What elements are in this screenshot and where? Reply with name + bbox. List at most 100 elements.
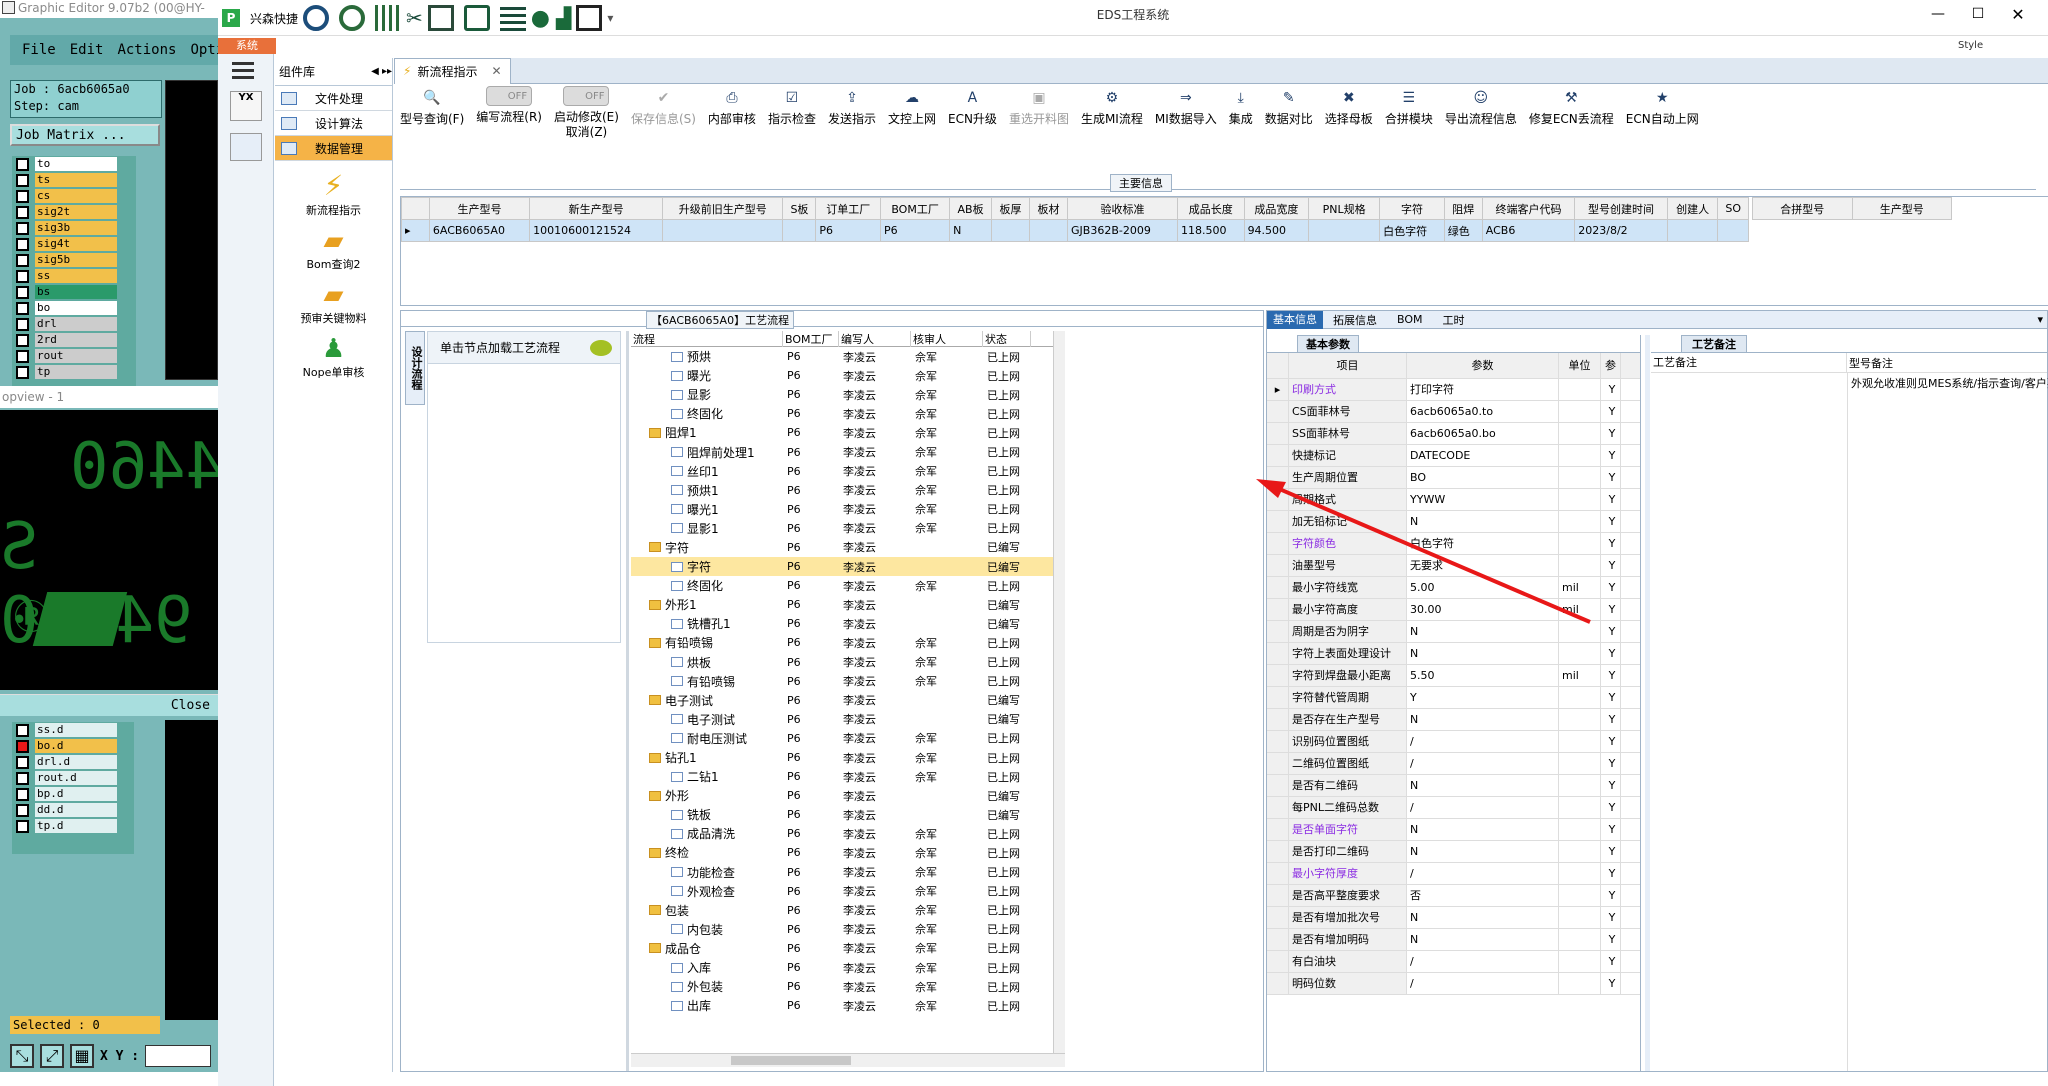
param-row[interactable]: 是否有二维码 N Y bbox=[1267, 775, 1640, 797]
flow-row[interactable]: 铣板 P6 李凌云 已编写 bbox=[631, 805, 1053, 824]
param-value[interactable]: 白色字符 bbox=[1407, 533, 1559, 554]
toolbar-button-4[interactable]: ⎙ 内部审核 bbox=[708, 90, 756, 127]
flow-row[interactable]: 阻焊1 P6 李凌云 佘军 已上网 bbox=[631, 423, 1053, 442]
flow-row[interactable]: 内包装 P6 李凌云 佘军 已上网 bbox=[631, 920, 1053, 939]
dropdown-icon[interactable]: ▾ bbox=[2037, 313, 2043, 326]
grid-cell[interactable]: 白色字符 bbox=[1379, 219, 1445, 242]
param-row[interactable]: 生产周期位置 BO Y bbox=[1267, 467, 1640, 489]
layer-row[interactable]: ts bbox=[12, 172, 136, 188]
flow-node[interactable]: 钻孔1 bbox=[631, 749, 783, 766]
layer-checkbox[interactable] bbox=[16, 285, 29, 299]
toolbar-button-6[interactable]: ⇪ 发送指示 bbox=[828, 90, 876, 127]
layer-checkbox[interactable] bbox=[16, 755, 29, 769]
param-value[interactable]: N bbox=[1407, 819, 1559, 840]
grid-col-header[interactable]: BOM工厂 bbox=[880, 197, 951, 220]
flow-node[interactable]: 外观检查 bbox=[631, 883, 783, 900]
flow-row[interactable]: 入库 P6 李凌云 佘军 已上网 bbox=[631, 958, 1053, 977]
param-row[interactable]: 最小字符厚度 / Y bbox=[1267, 863, 1640, 885]
flow-node[interactable]: 显影1 bbox=[631, 520, 783, 537]
param-row[interactable]: 字符上表面处理设计 N Y bbox=[1267, 643, 1640, 665]
style-label[interactable]: Style bbox=[1958, 40, 1983, 51]
ge-canvas-bottom[interactable] bbox=[165, 720, 218, 1020]
flow-row[interactable]: 有铅喷锡 P6 李凌云 佘军 已上网 bbox=[631, 672, 1053, 691]
tab-new-flow[interactable]: ⚡ 新流程指示 ✕ bbox=[394, 57, 511, 84]
flow-row[interactable]: 字符 P6 李凌云 已编写 bbox=[631, 557, 1053, 577]
layer-checkbox[interactable] bbox=[16, 739, 29, 753]
param-row[interactable]: CS面菲林号 6acb6065a0.to Y bbox=[1267, 401, 1640, 423]
param-value[interactable]: / bbox=[1407, 973, 1559, 994]
window-icon[interactable] bbox=[576, 5, 603, 31]
flow-vscrollbar[interactable] bbox=[1053, 331, 1065, 1053]
more-icon[interactable]: ▾ bbox=[607, 11, 613, 25]
menu-file[interactable]: File bbox=[22, 42, 56, 58]
flow-row[interactable]: 终固化 P6 李凌云 佘军 已上网 bbox=[631, 404, 1053, 423]
param-row[interactable]: 周期格式 YYWW Y bbox=[1267, 489, 1640, 511]
grid-col-header[interactable]: PNL规格 bbox=[1308, 197, 1381, 220]
param-value[interactable]: / bbox=[1407, 951, 1559, 972]
maximize-icon[interactable]: ☐ bbox=[1958, 6, 1998, 22]
flow-node[interactable]: 包装 bbox=[631, 902, 783, 919]
copy-icon[interactable] bbox=[463, 5, 490, 31]
flow-col-header[interactable]: 核审人 bbox=[911, 331, 983, 347]
scissors-icon[interactable]: ✂ bbox=[406, 6, 423, 30]
flow-row[interactable]: 显影 P6 李凌云 佘军 已上网 bbox=[631, 385, 1053, 404]
flow-node[interactable]: 有铅喷锡 bbox=[631, 634, 783, 651]
flow-row[interactable]: 外包装 P6 李凌云 佘军 已上网 bbox=[631, 977, 1053, 996]
flow-hscrollbar[interactable] bbox=[631, 1053, 1065, 1067]
param-row[interactable]: 每PNL二维码总数 / Y bbox=[1267, 797, 1640, 819]
grid-cell[interactable]: 94.500 bbox=[1243, 219, 1310, 242]
grid-col-header[interactable]: 阻焊 bbox=[1443, 197, 1483, 220]
flow-col-header[interactable]: BOM工厂 bbox=[783, 331, 839, 347]
param-value[interactable]: DATECODE bbox=[1407, 445, 1559, 466]
param-value[interactable]: 30.00 bbox=[1407, 599, 1559, 620]
flow-row[interactable]: 电子测试 P6 李凌云 已编写 bbox=[631, 710, 1053, 729]
table-icon[interactable] bbox=[375, 5, 402, 31]
param-row[interactable]: 油墨型号 无要求 Y bbox=[1267, 555, 1640, 577]
grid-col-header[interactable]: S板 bbox=[782, 197, 817, 220]
flow-row[interactable]: 外形 P6 李凌云 已编写 bbox=[631, 786, 1053, 805]
grid-col-header[interactable]: 字符 bbox=[1379, 197, 1445, 220]
flow-node[interactable]: 字符 bbox=[631, 539, 783, 556]
layer-row[interactable]: ss bbox=[12, 268, 136, 284]
param-value[interactable]: / bbox=[1407, 863, 1559, 884]
param-row[interactable]: 字符颜色 白色字符 Y bbox=[1267, 533, 1640, 555]
flow-node[interactable]: 曝光 bbox=[631, 367, 783, 384]
param-row[interactable]: 字符替代管周期 Y Y bbox=[1267, 687, 1640, 709]
system-tab[interactable]: 系统 bbox=[218, 38, 276, 54]
flow-node[interactable]: 阻焊前处理1 bbox=[631, 444, 783, 461]
layer-checkbox[interactable] bbox=[16, 723, 29, 737]
comp-item-design[interactable]: 设计算法 bbox=[275, 111, 392, 136]
toolbar-button-5[interactable]: ☑ 指示检查 bbox=[768, 90, 816, 127]
flow-row[interactable]: 有铅喷锡 P6 李凌云 佘军 已上网 bbox=[631, 633, 1053, 652]
flow-row[interactable]: 阻焊前处理1 P6 李凌云 佘军 已上网 bbox=[631, 442, 1053, 461]
param-row[interactable]: 是否有增加批次号 N Y bbox=[1267, 907, 1640, 929]
param-col-header[interactable]: 项目 bbox=[1289, 353, 1407, 378]
flow-node[interactable]: 耐电压测试 bbox=[631, 730, 783, 747]
toolbar-button-9[interactable]: ▣ 重选开料图 bbox=[1009, 90, 1069, 127]
tab-work-hours[interactable]: 工时 bbox=[1433, 312, 1475, 328]
grid-cell[interactable] bbox=[662, 219, 784, 242]
flow-node[interactable]: 电子测试 bbox=[631, 692, 783, 709]
flow-node[interactable]: 二钻1 bbox=[631, 768, 783, 785]
toolbar-button-11[interactable]: ⇒ MI数据导入 bbox=[1155, 90, 1217, 127]
flow-row[interactable]: 预烘 P6 李凌云 佘军 已上网 bbox=[631, 347, 1053, 366]
grid-cell[interactable]: 10010600121524 bbox=[529, 219, 664, 242]
layer-row[interactable]: rout bbox=[12, 348, 136, 364]
param-value[interactable]: N bbox=[1407, 621, 1559, 642]
layer-checkbox[interactable] bbox=[16, 803, 29, 817]
grid-col-header[interactable]: 成品宽度 bbox=[1243, 197, 1310, 220]
flow-row[interactable]: 曝光1 P6 李凌云 佘军 已上网 bbox=[631, 500, 1053, 519]
grid-col-header[interactable]: 验收标准 bbox=[1067, 197, 1179, 220]
param-value[interactable]: BO bbox=[1407, 467, 1559, 488]
param-value[interactable]: N bbox=[1407, 709, 1559, 730]
flow-row[interactable]: 外形1 P6 李凌云 已编写 bbox=[631, 595, 1053, 614]
grid-cell[interactable]: 绿色 bbox=[1443, 219, 1483, 242]
param-row[interactable]: 字符到焊盘最小距离 5.50 mil Y bbox=[1267, 665, 1640, 687]
param-value[interactable]: 6acb6065a0.to bbox=[1407, 401, 1559, 422]
grid-col-header[interactable]: 订单工厂 bbox=[815, 197, 882, 220]
grid-cell[interactable]: P6 bbox=[880, 219, 951, 242]
layer-row[interactable]: tp bbox=[12, 364, 136, 380]
flow-node[interactable]: 终固化 bbox=[631, 577, 783, 594]
param-row[interactable]: 是否高平整度要求否 Y bbox=[1267, 885, 1640, 907]
pre-review-item[interactable]: ▰ 预审关键物料 bbox=[275, 280, 392, 326]
